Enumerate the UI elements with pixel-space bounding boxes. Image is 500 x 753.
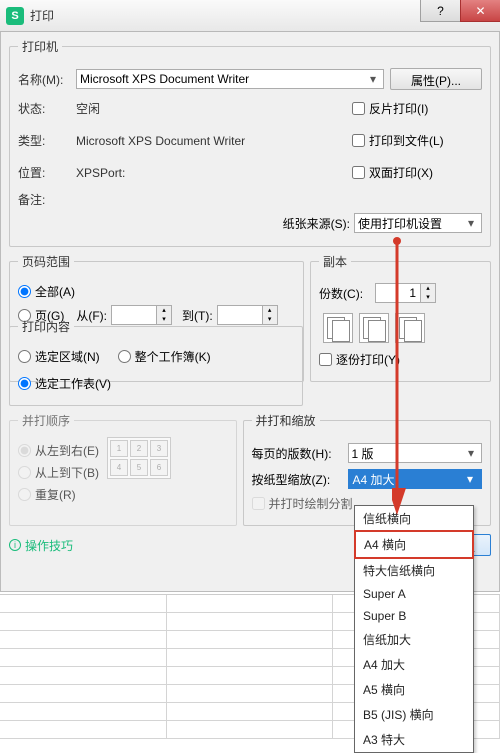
printer-name-label: 名称(M):: [18, 71, 76, 88]
where-label: 位置:: [18, 164, 76, 181]
properties-button[interactable]: 属性(P)...: [390, 68, 482, 90]
range-all-radio[interactable]: [18, 285, 31, 298]
chevron-down-icon: ▾: [366, 72, 380, 86]
order-diagram: 123456: [107, 437, 171, 479]
chevron-down-icon: ▾: [464, 446, 478, 460]
paper-size-dropdown[interactable]: 信纸横向 A4 横向 特大信纸横向 Super A Super B 信纸加大 A…: [354, 505, 474, 753]
dropdown-item[interactable]: 特大信纸横向: [355, 558, 473, 583]
help-button[interactable]: ?: [420, 0, 460, 22]
print-order-group: 并打顺序 从左到右(E) 从上到下(B) 重复(R) 123456: [9, 412, 237, 526]
dropdown-item[interactable]: Super B: [355, 605, 473, 627]
content-selection-radio[interactable]: [18, 350, 31, 363]
order-lr-radio: [18, 444, 31, 457]
close-button[interactable]: ✕: [460, 0, 500, 22]
fit-to-paper-select[interactable]: A4 加大▾: [348, 469, 482, 489]
dropdown-item[interactable]: B5 (JIS) 横向: [355, 702, 473, 727]
dialog-title: 打印: [30, 7, 54, 24]
dropdown-item[interactable]: A5 横向: [355, 677, 473, 702]
printer-name-select[interactable]: Microsoft XPS Document Writer▾: [76, 69, 384, 89]
print-content-group: 打印内容 选定区域(N) 整个工作簿(K) 选定工作表(V): [9, 318, 303, 406]
copies-spinner[interactable]: ▴▾: [375, 283, 436, 303]
paper-source-select[interactable]: 使用打印机设置▾: [354, 213, 482, 233]
status-label: 状态:: [18, 100, 76, 117]
print-to-file-checkbox[interactable]: [352, 134, 365, 147]
order-repeat-radio: [18, 488, 31, 501]
tips-link[interactable]: i 操作技巧: [9, 537, 73, 554]
dropdown-item-highlighted[interactable]: A4 横向: [354, 530, 474, 559]
comment-label: 备注:: [18, 191, 76, 208]
dropdown-item[interactable]: Super A: [355, 583, 473, 605]
copies-group: 副本 份数(C): ▴▾ 1 2 3 逐份打印(Y): [310, 253, 491, 382]
copies-per-page-select[interactable]: 1 版▾: [348, 443, 482, 463]
collate-checkbox[interactable]: [319, 353, 332, 366]
printer-legend: 打印机: [18, 38, 62, 55]
printer-group: 打印机 名称(M): Microsoft XPS Document Writer…: [9, 38, 491, 247]
paper-source-label: 纸张来源(S):: [283, 215, 350, 232]
dropdown-item[interactable]: A4 加大: [355, 652, 473, 677]
draw-border-checkbox: [252, 497, 265, 510]
info-icon: i: [9, 539, 21, 551]
duplex-checkbox[interactable]: [352, 166, 365, 179]
dropdown-item[interactable]: 信纸横向: [355, 506, 473, 531]
content-sheets-radio[interactable]: [18, 377, 31, 390]
reverse-print-checkbox[interactable]: [352, 102, 365, 115]
type-value: Microsoft XPS Document Writer: [76, 134, 352, 148]
dropdown-item[interactable]: A3 特大: [355, 727, 473, 752]
titlebar: S 打印 ? ✕: [0, 0, 500, 32]
content-workbook-radio[interactable]: [118, 350, 131, 363]
status-value: 空闲: [76, 100, 352, 117]
app-icon: S: [6, 7, 24, 25]
order-tb-radio: [18, 466, 31, 479]
where-value: XPSPort:: [76, 166, 352, 180]
dropdown-item[interactable]: 信纸加大: [355, 627, 473, 652]
collate-diagram: 1 2 3: [319, 313, 482, 343]
chevron-down-icon: ▾: [464, 216, 478, 230]
type-label: 类型:: [18, 132, 76, 149]
chevron-down-icon: ▾: [463, 472, 477, 486]
